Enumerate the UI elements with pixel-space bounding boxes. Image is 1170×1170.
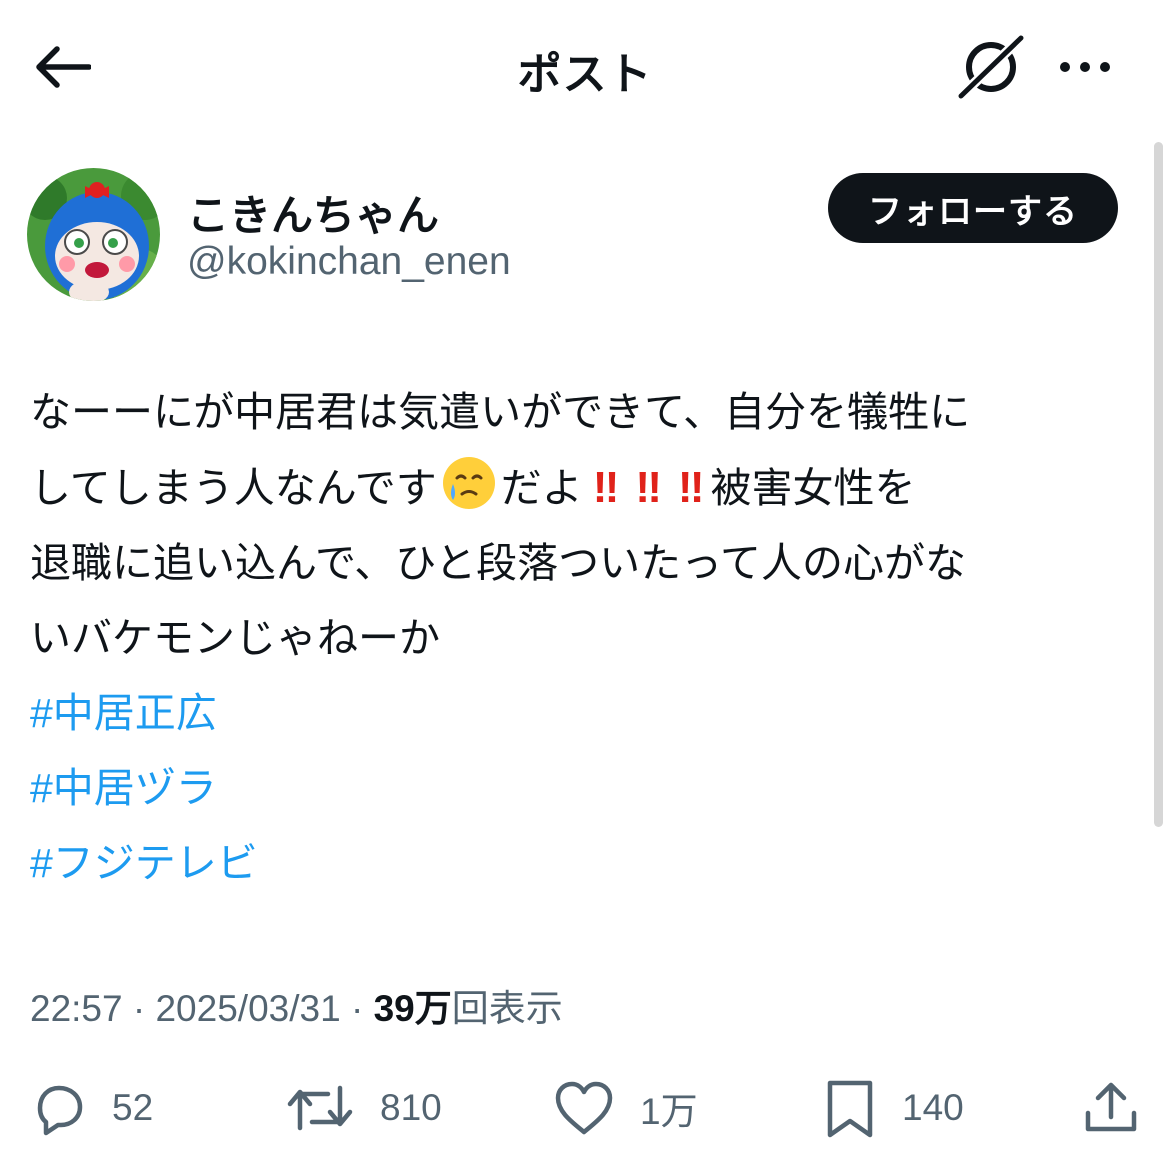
reply-button[interactable]: 52	[28, 1070, 153, 1145]
bookmark-icon	[827, 1080, 873, 1137]
meta-separator: ·	[132, 988, 146, 1029]
more-dot-icon	[1080, 62, 1090, 72]
meta-separator: ·	[350, 988, 364, 1029]
views-count: 39万	[373, 988, 452, 1029]
repost-count: 810	[380, 1086, 442, 1128]
bookmark-button[interactable]: 140	[822, 1070, 964, 1145]
avatar[interactable]	[27, 168, 160, 301]
repost-button[interactable]: 810	[284, 1070, 442, 1145]
double-exclamation-icon: ‼	[677, 463, 704, 512]
post-text-line: 退職に追い込んで、ひと段落ついたって人の心がな	[30, 540, 967, 586]
follow-button[interactable]: フォローする	[828, 173, 1118, 243]
views-label: 回表示	[451, 988, 563, 1029]
heart-icon	[555, 1081, 613, 1134]
post-text-line: なーーにが中居君は気遣いができて、自分を犠牲に	[30, 389, 971, 435]
post-text-segment: だよ	[500, 465, 583, 511]
post-text-segment: 被害女性を	[710, 465, 916, 511]
action-bar: 52 810 1万 140	[0, 1070, 1170, 1150]
more-dot-icon	[1060, 62, 1070, 72]
grok-icon	[957, 34, 1025, 100]
avatar-image	[27, 168, 160, 301]
post-text-line: してしまう人なんです だよ ‼ ‼ ‼ 被害女性を	[30, 450, 1140, 526]
more-dot-icon	[1100, 62, 1110, 72]
double-exclamation-icon: ‼	[592, 463, 619, 512]
post-date[interactable]: 2025/03/31	[155, 988, 340, 1029]
more-options-button[interactable]	[1052, 42, 1118, 92]
double-exclamation-icon: ‼	[635, 463, 661, 512]
author-handle[interactable]: @kokinchan_enen	[187, 240, 511, 284]
like-button[interactable]: 1万	[552, 1070, 698, 1145]
hashtag-link[interactable]: #フジテレビ	[30, 840, 258, 886]
author-display-name[interactable]: こきんちゃん	[187, 182, 439, 243]
share-button[interactable]	[1080, 1070, 1142, 1145]
like-count: 1万	[640, 1090, 698, 1132]
post-body: なーーにが中居君は気遣いができて、自分を犠牲に してしまう人なんです だよ ‼ ‼ ‼…	[30, 375, 1140, 901]
grok-button[interactable]	[955, 34, 1027, 100]
face-holding-back-tears-icon	[442, 457, 495, 509]
repost-icon	[287, 1085, 353, 1130]
share-icon	[1085, 1082, 1137, 1131]
hashtag-link[interactable]: #中居正広	[30, 690, 217, 736]
hashtag-link[interactable]: #中居ヅラ	[30, 765, 217, 811]
reply-count: 52	[112, 1086, 154, 1128]
reply-icon	[37, 1085, 83, 1135]
bookmark-count: 140	[902, 1086, 964, 1128]
post-meta: 22:57 · 2025/03/31 · 39万回表示	[30, 978, 563, 1032]
post-text-line: いバケモンじゃねーか	[30, 615, 440, 661]
post-text-segment: してしまう人なんです	[30, 465, 437, 511]
post-time[interactable]: 22:57	[30, 988, 123, 1029]
scrollbar[interactable]	[1154, 142, 1163, 827]
top-bar: ポスト	[0, 0, 1170, 135]
